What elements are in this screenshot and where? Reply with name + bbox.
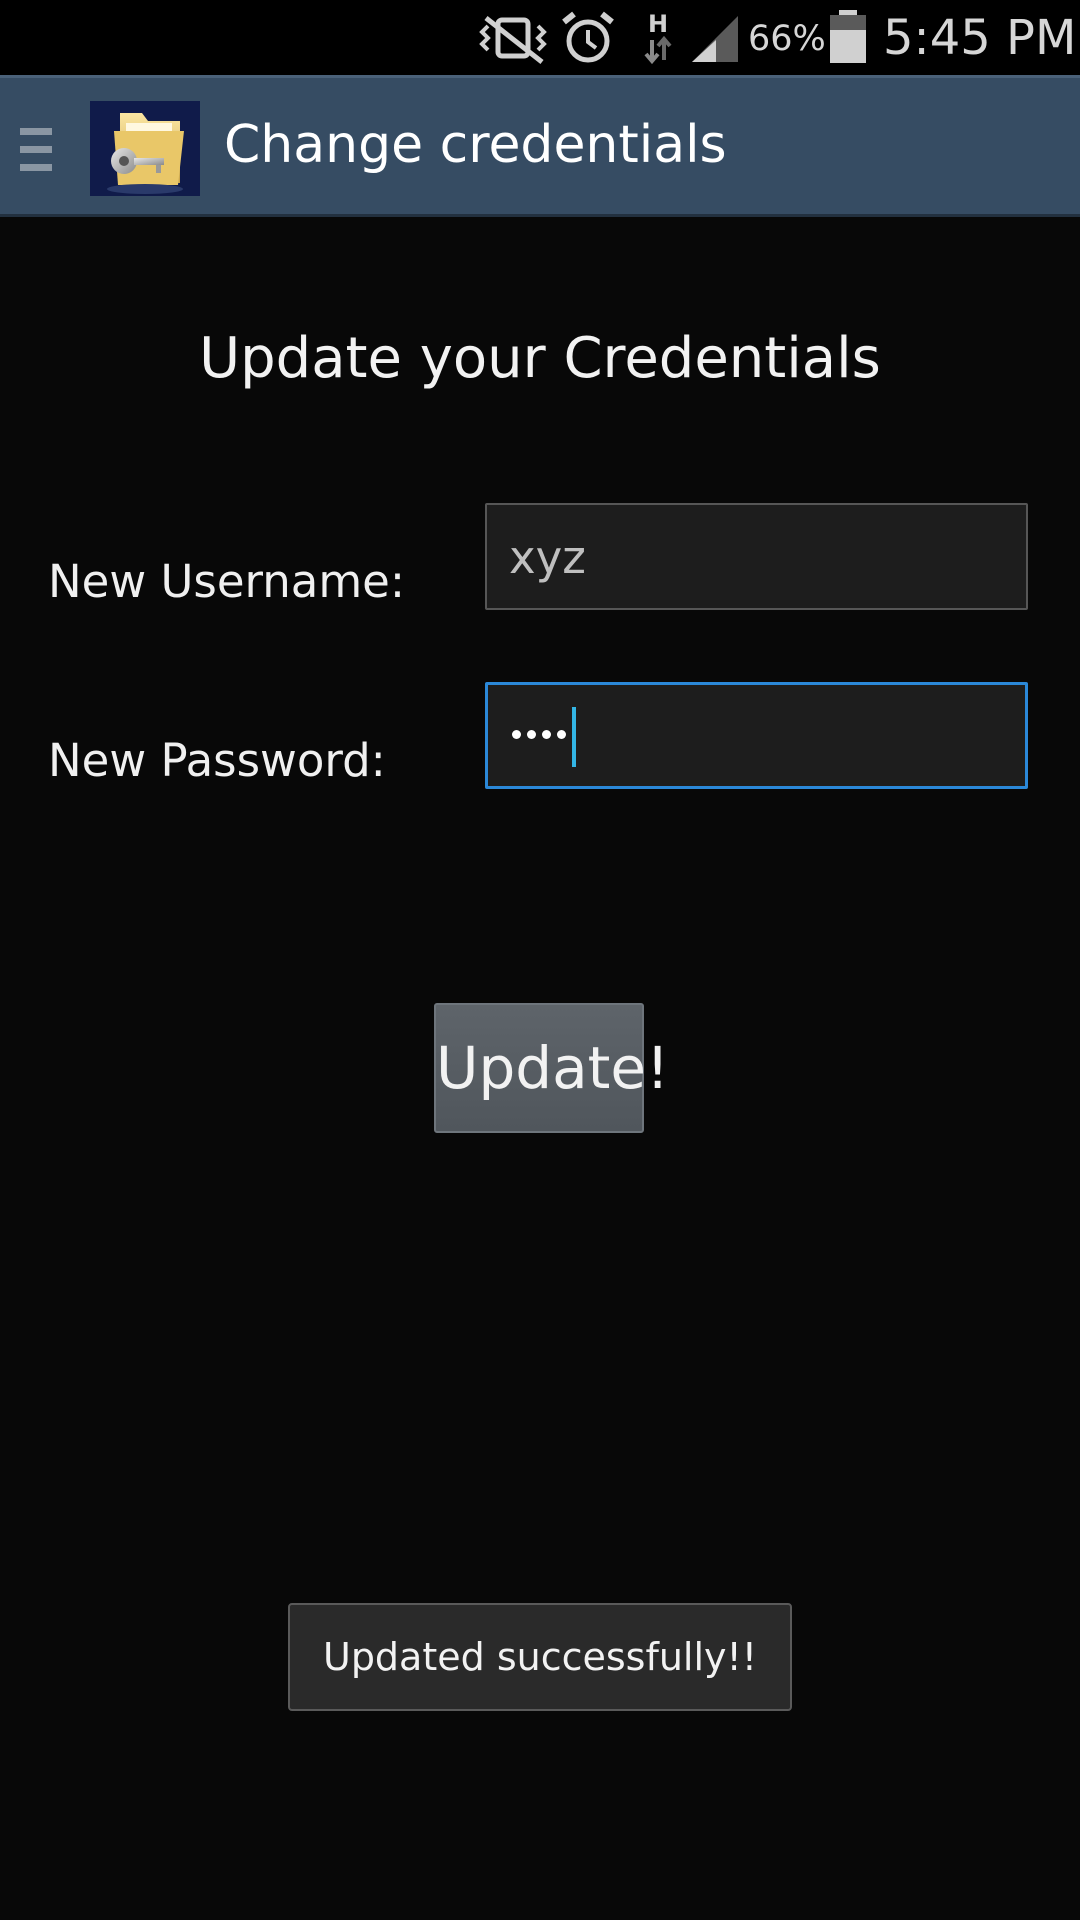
battery-percent: 66% (748, 19, 826, 59)
username-value: xyz (509, 531, 586, 584)
toast-message: Updated successfully!! (288, 1603, 792, 1711)
username-label: New Username: (48, 555, 406, 608)
signal-icon (692, 16, 738, 62)
password-dot (542, 730, 551, 739)
drawer-menu-icon[interactable] (20, 128, 52, 172)
password-dot (527, 730, 536, 739)
data-transfer-icon: H (644, 10, 672, 65)
battery-icon (830, 10, 866, 63)
text-cursor (572, 707, 576, 767)
vibrate-icon (479, 16, 547, 64)
action-bar-title: Change credentials (224, 115, 727, 175)
status-clock: 5:45 PM (883, 10, 1077, 66)
username-field[interactable]: xyz (485, 503, 1028, 610)
screen: H 66% 5:45 PM Change credentials Update … (0, 0, 1080, 1920)
password-mask (512, 730, 566, 739)
action-bar: Change credentials (0, 75, 1080, 217)
alarm-icon (562, 11, 614, 63)
update-button[interactable]: Update! (434, 1003, 669, 1133)
status-bar: H 66% 5:45 PM (0, 0, 1080, 75)
password-label: New Password: (48, 734, 386, 787)
password-dot (557, 730, 566, 739)
page-heading: Update your Credentials (199, 326, 881, 391)
password-dot (512, 730, 521, 739)
password-field[interactable] (485, 682, 1028, 789)
network-type-label: H (648, 10, 668, 38)
folder-lock-app-icon[interactable] (90, 101, 200, 196)
